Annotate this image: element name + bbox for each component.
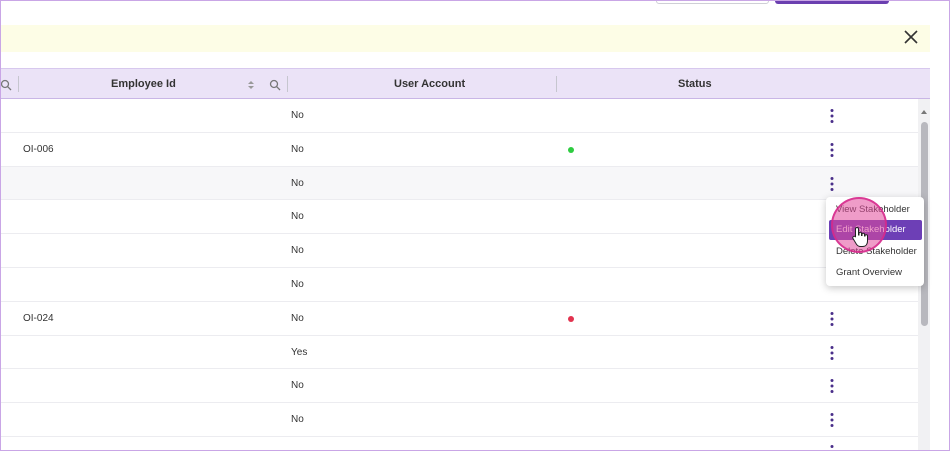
user-account-cell: No (291, 380, 304, 392)
column-header-user-account[interactable]: User Account (394, 78, 465, 90)
column-header-status[interactable]: Status (678, 78, 712, 90)
user-account-cell: No (291, 143, 304, 155)
table-row[interactable]: No (0, 99, 918, 133)
notification-banner (0, 25, 930, 52)
scroll-up-arrow-icon[interactable] (920, 103, 928, 114)
table-row[interactable]: No (0, 369, 918, 404)
kebab-menu-icon[interactable] (827, 108, 837, 124)
user-account-cell: No (291, 211, 304, 223)
table-row[interactable]: No (0, 403, 918, 437)
search-icon[interactable] (0, 78, 12, 91)
search-icon[interactable] (269, 78, 281, 91)
primary-action-button[interactable] (775, 0, 889, 4)
table-row[interactable]: No (0, 234, 918, 268)
column-divider[interactable] (287, 76, 288, 92)
hand-pointer-icon (851, 226, 869, 248)
menu-item-grant-overview[interactable]: Grant Overview (829, 263, 922, 283)
table-row[interactable]: Yes (0, 335, 918, 370)
column-divider[interactable] (556, 76, 557, 92)
table-row[interactable]: No (0, 267, 918, 302)
table-row[interactable]: No (0, 200, 918, 235)
kebab-menu-icon[interactable] (827, 311, 837, 327)
table-row[interactable]: OI-006 No (0, 132, 918, 167)
kebab-menu-icon[interactable] (827, 378, 837, 394)
status-indicator-red (568, 315, 574, 322)
user-account-cell: No (291, 245, 304, 257)
user-account-cell: No (291, 177, 304, 189)
user-account-cell: No (291, 312, 304, 324)
column-header-employee-id[interactable]: Employee Id (111, 78, 176, 90)
table-row[interactable]: No (0, 166, 918, 201)
user-account-cell: No (291, 414, 304, 426)
secondary-action-button[interactable] (656, 0, 769, 4)
table-body: No OI-006 No No No No No OI-024 No Yes N… (0, 99, 918, 437)
kebab-menu-icon[interactable] (827, 176, 837, 192)
employee-id-cell: OI-024 (23, 312, 54, 324)
user-account-cell: No (291, 278, 304, 290)
kebab-menu-icon[interactable] (827, 345, 837, 361)
user-account-cell: No (291, 110, 304, 121)
close-icon[interactable] (902, 28, 920, 46)
table-row[interactable]: OI-024 No (0, 301, 918, 336)
kebab-menu-icon[interactable] (827, 444, 837, 451)
table-header: Employee Id User Account Status (0, 68, 930, 99)
kebab-menu-icon[interactable] (827, 142, 837, 158)
column-divider[interactable] (18, 76, 19, 92)
user-account-cell: Yes (291, 346, 308, 358)
kebab-menu-icon[interactable] (827, 412, 837, 428)
employee-id-cell: OI-006 (23, 143, 54, 155)
stakeholder-table: Employee Id User Account Status No OI-00… (0, 68, 930, 451)
status-indicator-green (568, 146, 574, 153)
sort-icon[interactable] (245, 78, 257, 90)
